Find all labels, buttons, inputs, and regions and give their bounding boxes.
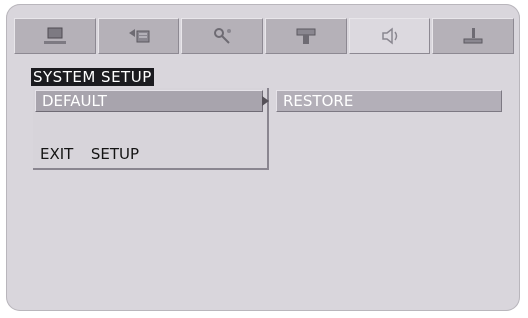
video-settings-icon: [214, 28, 232, 44]
setup-tab-bar: [14, 18, 515, 54]
page-title: SYSTEM SETUP: [31, 68, 154, 86]
speaker-setup-icon: [296, 28, 316, 44]
menu-item-default[interactable]: DEFAULT: [35, 90, 263, 112]
menu-item-exit-setup[interactable]: EXIT SETUP: [40, 144, 139, 164]
system-icon: [463, 28, 483, 44]
audio-volume-icon: [381, 27, 397, 45]
submenu-item-restore[interactable]: RESTORE: [276, 90, 502, 112]
monitor-icon: [43, 27, 66, 44]
tab-video-setup[interactable]: [181, 18, 264, 54]
tab-system-setup[interactable]: [432, 18, 515, 54]
tab-general-setup[interactable]: [14, 18, 96, 54]
tab-audio-setup[interactable]: [348, 18, 431, 54]
tab-speaker-setup[interactable]: [265, 18, 347, 54]
language-icon: [128, 29, 149, 43]
submenu-arrow-icon: [262, 96, 269, 106]
tab-language-setup[interactable]: [97, 18, 180, 54]
osd-screen: SYSTEM SETUP DEFAULT RESTORE EXIT SETUP: [6, 4, 520, 311]
